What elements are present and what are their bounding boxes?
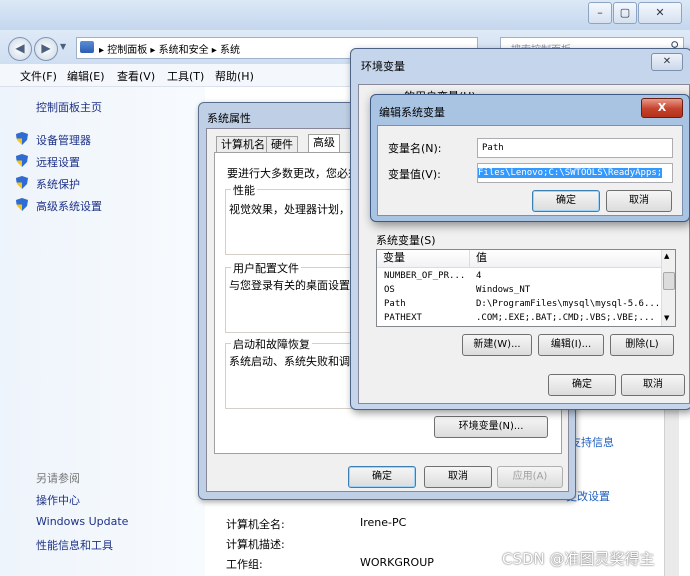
info-label-workgroup: 工作组: xyxy=(226,558,263,571)
info-value-computer-fullname: Irene-PC xyxy=(360,516,407,529)
menu-edit[interactable]: 编辑(E) xyxy=(67,68,105,84)
uac-shield-icon xyxy=(16,176,28,189)
list-scrollbar[interactable]: ▲ ▼ xyxy=(661,250,675,326)
startup-recovery-description: 系统启动、系统失败和调 xyxy=(229,355,350,368)
list-item[interactable]: NUMBER_OF_PR... 4 xyxy=(377,269,661,283)
column-header-value[interactable]: 值 xyxy=(470,250,668,268)
scroll-thumb[interactable] xyxy=(663,272,675,290)
menu-help[interactable]: 帮助(H) xyxy=(215,68,254,84)
ok-button[interactable]: 确定 xyxy=(532,190,600,212)
variable-value-text: Files\Lenovo;C:\SWTOOLS\ReadyApps; xyxy=(478,168,663,178)
info-label-computer-description: 计算机描述: xyxy=(226,538,285,551)
control-panel-icon xyxy=(80,41,94,53)
breadcrumb-item[interactable]: 控制面板 xyxy=(107,45,147,56)
uac-shield-icon xyxy=(16,198,28,211)
column-header-variable[interactable]: 变量 xyxy=(377,250,470,268)
variable-name-label: 变量名(N): xyxy=(388,142,442,155)
sidebar-item-device-manager[interactable]: 设备管理器 xyxy=(36,132,91,148)
sidebar: 控制面板主页 设备管理器 远程设置 系统保护 高级系统设置 另请参阅 操作中心 … xyxy=(0,87,205,576)
sidebar-item-remote-settings[interactable]: 远程设置 xyxy=(36,154,80,170)
variable-name: Path xyxy=(384,299,406,309)
variable-name: OS xyxy=(384,285,395,295)
user-profiles-caption: 用户配置文件 xyxy=(231,260,301,276)
variable-value-label: 变量值(V): xyxy=(388,168,441,181)
info-label-computer-fullname: 计算机全名: xyxy=(226,518,285,531)
sidebar-item-advanced-settings[interactable]: 高级系统设置 xyxy=(36,198,102,214)
cancel-button[interactable]: 取消 xyxy=(424,466,492,488)
variable-value: 4 xyxy=(476,271,482,281)
variable-name-value: Path xyxy=(482,143,504,153)
scroll-down-icon[interactable]: ▼ xyxy=(664,314,669,322)
variable-value: D:\ProgramFiles\mysql\mysql-5.6... xyxy=(476,299,658,309)
see-also-heading: 另请参阅 xyxy=(36,472,80,485)
environment-variables-button[interactable]: 环境变量(N)... xyxy=(434,416,548,438)
menu-view[interactable]: 查看(V) xyxy=(117,68,155,84)
sidebar-item-system-protection[interactable]: 系统保护 xyxy=(36,176,80,192)
title-bar: – ▢ ✕ xyxy=(0,0,690,30)
performance-caption: 性能 xyxy=(231,182,257,198)
breadcrumb-item[interactable]: 系统 xyxy=(220,45,240,56)
see-also-windows-update[interactable]: Windows Update xyxy=(36,515,128,528)
list-item[interactable]: OS Windows_NT xyxy=(377,283,661,297)
see-also-action-center[interactable]: 操作中心 xyxy=(36,492,80,508)
variable-name: PATHEXT xyxy=(384,313,422,323)
ok-button[interactable]: 确定 xyxy=(548,374,616,396)
close-button[interactable]: ✕ xyxy=(638,2,682,24)
scroll-up-icon[interactable]: ▲ xyxy=(664,252,669,260)
dialog-title: 编辑系统变量 xyxy=(379,106,445,119)
maximize-button[interactable]: ▢ xyxy=(613,2,637,24)
user-profiles-description: 与您登录有关的桌面设置 xyxy=(229,279,350,292)
menu-file[interactable]: 文件(F) xyxy=(20,68,57,84)
breadcrumb: ▸ 控制面板 ▸ 系统和安全 ▸ 系统 xyxy=(99,45,240,56)
breadcrumb-item[interactable]: 系统和安全 xyxy=(159,45,209,56)
support-info-link[interactable]: 支持信息 xyxy=(570,434,614,450)
back-icon[interactable]: ◀ xyxy=(8,37,32,61)
new-variable-button[interactable]: 新建(W)... xyxy=(462,334,532,356)
uac-shield-icon xyxy=(16,154,28,167)
system-variables-caption: 系统变量(S) xyxy=(376,234,436,247)
recent-pages-chevron-icon[interactable]: ▼ xyxy=(60,42,66,51)
sidebar-home-link[interactable]: 控制面板主页 xyxy=(36,99,102,115)
forward-icon[interactable]: ▶ xyxy=(34,37,58,61)
menu-tools[interactable]: 工具(T) xyxy=(167,68,204,84)
dialog-title: 环境变量 xyxy=(361,60,405,73)
cancel-button[interactable]: 取消 xyxy=(621,374,685,396)
system-variables-list[interactable]: 变量 值 NUMBER_OF_PR... 4 OS Windows_NT Pat… xyxy=(376,249,676,327)
ok-button[interactable]: 确定 xyxy=(348,466,416,488)
variable-name-field[interactable]: Path xyxy=(477,138,673,158)
watermark-text: CSDN @准图灵奖得主 xyxy=(502,550,655,568)
list-item[interactable]: Path D:\ProgramFiles\mysql\mysql-5.6... xyxy=(377,297,661,311)
tab-advanced[interactable]: 高级 xyxy=(308,134,340,154)
see-also-performance[interactable]: 性能信息和工具 xyxy=(36,537,113,553)
close-icon[interactable]: ✕ xyxy=(651,53,683,71)
performance-description: 视觉效果，处理器计划， xyxy=(229,203,350,216)
uac-shield-icon xyxy=(16,132,28,145)
apply-button[interactable]: 应用(A) xyxy=(497,466,563,488)
list-item[interactable]: PATHEXT .COM;.EXE;.BAT;.CMD;.VBS;.VBE;..… xyxy=(377,311,661,324)
edit-variable-button[interactable]: 编辑(I)... xyxy=(538,334,604,356)
admin-notice-text: 要进行大多数更改，您必须 xyxy=(227,167,359,180)
minimize-button[interactable]: – xyxy=(588,2,612,24)
variable-value-field[interactable]: Files\Lenovo;C:\SWTOOLS\ReadyApps; xyxy=(477,163,673,183)
close-icon[interactable]: X xyxy=(641,98,683,118)
variable-value: .COM;.EXE;.BAT;.CMD;.VBS;.VBE;... xyxy=(476,313,655,323)
scrollbar[interactable] xyxy=(664,400,679,576)
variable-value: Windows_NT xyxy=(476,285,531,295)
variable-name: NUMBER_OF_PR... xyxy=(384,271,466,281)
info-value-workgroup: WORKGROUP xyxy=(360,556,434,569)
dialog-title: 系统属性 xyxy=(207,112,251,125)
cancel-button[interactable]: 取消 xyxy=(606,190,672,212)
startup-recovery-caption: 启动和故障恢复 xyxy=(231,336,312,352)
delete-variable-button[interactable]: 删除(L) xyxy=(610,334,674,356)
